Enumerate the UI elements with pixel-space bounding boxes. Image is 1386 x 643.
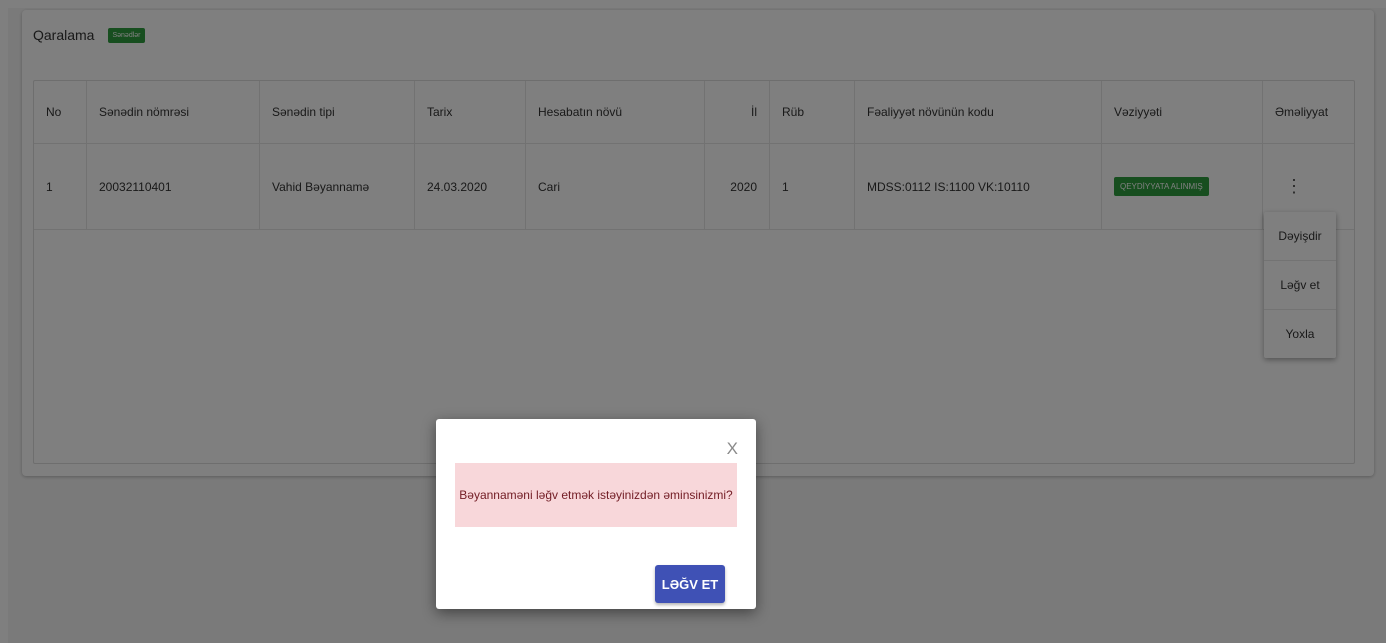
confirm-cancel-dialog: X Bəyannaməni ləğv etmək istəyinizdən əm… bbox=[436, 419, 756, 609]
close-icon[interactable]: X bbox=[727, 439, 738, 459]
confirm-message: Bəyannaməni ləğv etmək istəyinizdən əmin… bbox=[455, 463, 737, 527]
confirm-cancel-button[interactable]: LƏĞV ET bbox=[655, 565, 725, 603]
